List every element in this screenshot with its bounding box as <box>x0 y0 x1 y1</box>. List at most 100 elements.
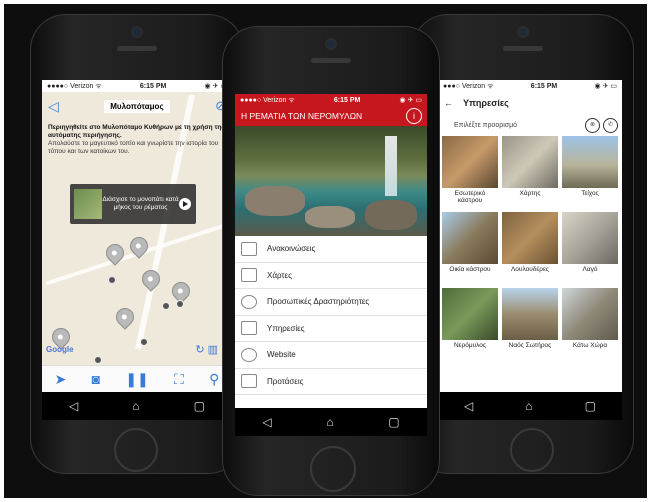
back-button[interactable]: ◁ <box>69 399 78 413</box>
status-icons: ◉ ✈ ▭ <box>399 97 422 104</box>
place-card[interactable]: Τείχος <box>562 136 618 208</box>
recents-button[interactable]: ▢ <box>585 399 596 413</box>
status-icons: ◉ ✈ ▭ <box>594 83 617 90</box>
menu-item-personal-activities[interactable]: Προσωπικές Δραστηριότητες <box>235 289 427 316</box>
place-label: Ναός Σωτήρος <box>508 342 552 349</box>
place-photo <box>442 288 498 340</box>
app-header: ← Υπηρεσίες <box>438 92 622 114</box>
language-icon[interactable]: ✆ <box>603 118 618 133</box>
status-bar: ●●●●○ Verizon ᯤ 6:15 PM ◉ ✈ ▭ <box>235 94 427 106</box>
place-card[interactable]: Λουλουδέρες <box>502 212 558 284</box>
rock <box>245 186 305 216</box>
place-label: Νερόμυλος <box>453 342 487 349</box>
place-photo <box>502 288 558 340</box>
map-pin[interactable] <box>112 304 138 330</box>
place-card[interactable]: Νερόμυλος <box>442 288 498 360</box>
waterfall <box>385 136 397 196</box>
place-card[interactable]: Χάρτης <box>502 136 558 208</box>
recents-button[interactable]: ▢ <box>388 415 399 429</box>
place-label: Κάτω Χώρα <box>572 342 608 349</box>
place-photo <box>502 136 558 188</box>
carrier: ●●●●○ Verizon ᯤ <box>240 96 295 104</box>
info-icon[interactable]: i <box>406 108 422 124</box>
place-card[interactable]: Κάτω Χώρα <box>562 288 618 360</box>
front-camera <box>519 28 527 36</box>
android-nav-bar: ◁ ⌂ ▢ <box>235 408 427 436</box>
page-title: Μυλοπόταμος <box>104 99 170 113</box>
place-label: Τείχος <box>581 190 599 197</box>
map-view[interactable]: ◁ Μυλοπόταμος ⊘ Περιηγηθείτε στο Μυλοπότ… <box>42 92 232 392</box>
home-button-physical[interactable] <box>510 428 554 472</box>
phone-center: ●●●●○ Verizon ᯤ 6:15 PM ◉ ✈ ▭ Η ΡΕΜΑΤΙΑ … <box>222 26 440 496</box>
recents-button[interactable]: ▢ <box>194 399 205 413</box>
place-card[interactable]: Λαγό <box>562 212 618 284</box>
camera-icon[interactable]: ◙ <box>92 371 100 387</box>
filter-icon[interactable]: ⊗ <box>585 118 600 133</box>
place-photo <box>562 212 618 264</box>
intro-bold: Περιηγηθείτε στο Μυλοπόταμο Κυθήρων με τ… <box>48 124 225 140</box>
search-icon[interactable]: ⚲ <box>209 371 219 388</box>
choose-destination-label: Επιλέξτε προορισμό <box>454 121 518 129</box>
map-marker[interactable] <box>140 338 148 346</box>
showcase-stage: ●●●●○ Verizon ᯤ 6:15 PM ◉ ✈ ▭ ◁ Μυλοπότα… <box>0 0 651 502</box>
home-button[interactable]: ⌂ <box>132 399 139 413</box>
menu-item-services[interactable]: Υπηρεσίες <box>235 316 427 342</box>
pause-icon[interactable]: ❚❚ <box>125 371 148 388</box>
main-menu: Ανακοινώσεις Χάρτες Προσωπικές Δραστηριό… <box>235 236 427 408</box>
menu-label: Ανακοινώσεις <box>267 244 316 254</box>
clock: 6:15 PM <box>333 96 361 104</box>
app-title: Η ΡΕΜΑΤΙΑ ΤΩΝ ΝΕΡΟΜΥΛΩΝ <box>241 111 363 121</box>
map-pin[interactable] <box>138 266 164 292</box>
home-button[interactable]: ⌂ <box>525 399 532 413</box>
destination-bar: Επιλέξτε προορισμό ⊗ ✆ <box>438 116 622 134</box>
menu-item-maps[interactable]: Χάρτες <box>235 263 427 289</box>
home-button-physical[interactable] <box>114 428 158 472</box>
menu-item-announcements[interactable]: Ανακοινώσεις <box>235 236 427 263</box>
back-arrow-icon[interactable]: ← <box>444 98 453 108</box>
place-photo <box>442 212 498 264</box>
back-arrow-icon[interactable]: ◁ <box>48 98 59 115</box>
intro-body: Απολαύστε το μαγευτικό τοπίο και γνωρίστ… <box>48 140 219 156</box>
back-button[interactable]: ◁ <box>464 399 473 413</box>
place-card[interactable]: Οικία κάστρου <box>442 212 498 284</box>
play-icon[interactable] <box>179 198 191 210</box>
map-icon <box>241 268 257 283</box>
suggestions-icon <box>241 374 257 389</box>
home-button[interactable]: ⌂ <box>326 415 333 429</box>
hero-photo <box>235 126 427 236</box>
place-photo <box>442 136 498 188</box>
map-toolbar: ➤ ◙ ❚❚ ⛶ ⚲ <box>42 365 232 392</box>
status-bar: ●●●●○ Verizon ᯤ 6:15 PM ◉ ✈ ▭ <box>42 80 232 92</box>
status-bar: ●●●○ Verizon ᯤ 6:15 PM ◉ ✈ ▭ <box>438 80 622 92</box>
fullscreen-icon[interactable]: ⛶ <box>174 371 184 388</box>
menu-item-suggestions[interactable]: Προτάσεις <box>235 369 427 395</box>
front-camera <box>133 28 141 36</box>
android-nav-bar: ◁ ⌂ ▢ <box>42 392 232 420</box>
app-header: Η ΡΕΜΑΤΙΑ ΤΩΝ ΝΕΡΟΜΥΛΩΝ i <box>235 106 427 126</box>
map-marker[interactable] <box>176 300 184 308</box>
place-card[interactable]: Εσωτερικό κάστρου <box>442 136 498 208</box>
android-nav-bar: ◁ ⌂ ▢ <box>438 392 622 420</box>
menu-item-website[interactable]: Website <box>235 342 427 369</box>
home-button-physical[interactable] <box>310 446 356 492</box>
locate-icon[interactable]: ↻ ▥ <box>195 343 218 356</box>
speaker-grille <box>503 46 543 51</box>
place-card[interactable]: Ναός Σωτήρος <box>502 288 558 360</box>
map-popup[interactable]: Διάσχισε το μονοπάτι κατά μήκος του ρέμα… <box>70 184 196 224</box>
places-grid: Εσωτερικό κάστρου Χάρτης Τείχος Οικία κά… <box>442 136 618 360</box>
back-button[interactable]: ◁ <box>262 415 271 429</box>
menu-label: Υπηρεσίες <box>267 323 305 333</box>
menu-label: Προτάσεις <box>267 376 304 386</box>
speaker-grille <box>117 46 157 51</box>
speaker-grille <box>311 58 351 63</box>
place-label: Εσωτερικό κάστρου <box>454 190 486 205</box>
navigation-icon[interactable]: ➤ <box>55 371 67 388</box>
menu-label: Προσωπικές Δραστηριότητες <box>267 297 370 307</box>
map-marker[interactable] <box>108 276 116 284</box>
popup-thumbnail <box>74 189 102 219</box>
map-header: ◁ Μυλοπόταμος ⊘ <box>42 92 232 120</box>
carrier: ●●●●○ Verizon ᯤ <box>47 82 102 90</box>
map-marker[interactable] <box>162 302 170 310</box>
screen-center: ●●●●○ Verizon ᯤ 6:15 PM ◉ ✈ ▭ Η ΡΕΜΑΤΙΑ … <box>235 94 427 436</box>
map-marker[interactable] <box>94 356 102 364</box>
